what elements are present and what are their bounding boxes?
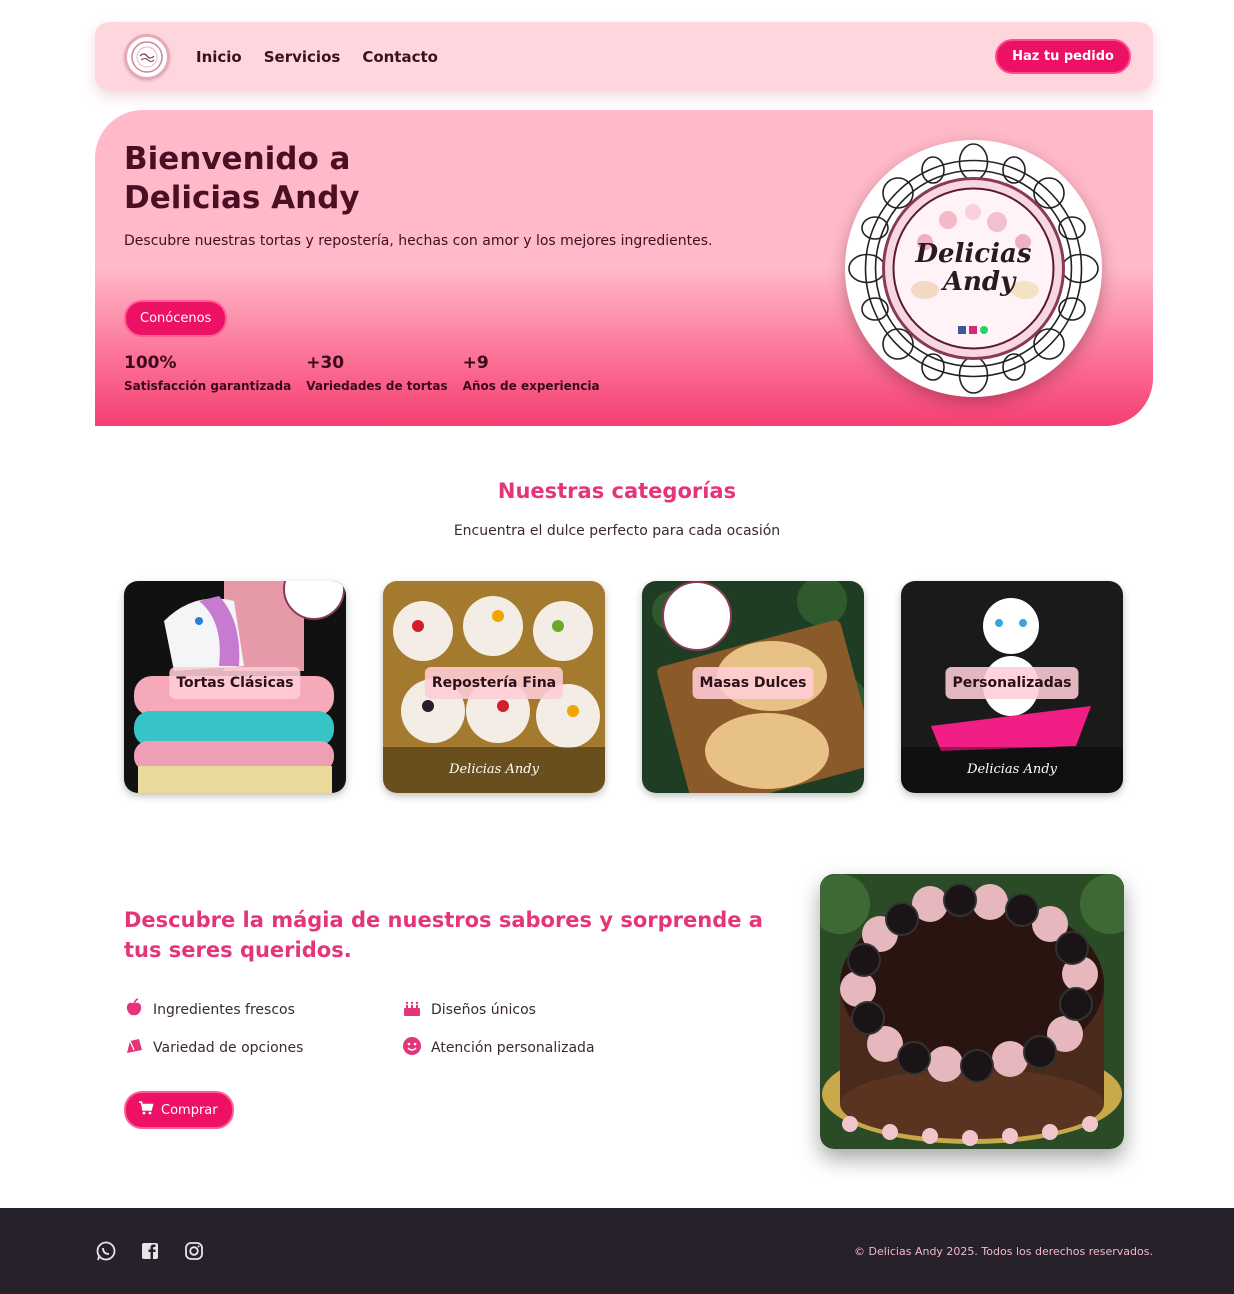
- about-button[interactable]: Conócenos: [124, 300, 228, 337]
- stat-label: Variedades de tortas: [306, 379, 448, 393]
- card-watermark: Delicias Andy: [901, 747, 1123, 793]
- stat-value: +30: [306, 353, 345, 373]
- brand-badge-image: Delicias Andy: [845, 140, 1102, 397]
- feature-label: Variedad de opciones: [153, 1040, 304, 1056]
- stat-varieties: +30 Variedades de tortas: [306, 353, 447, 393]
- copyright: © Delicias Andy 2025. Todos los derechos…: [854, 1245, 1153, 1258]
- feature-label: Ingredientes frescos: [153, 1002, 295, 1018]
- nav-links: Inicio Servicios Contacto: [196, 48, 438, 66]
- category-label: Masas Dulces: [692, 667, 814, 699]
- stat-satisfaction: 100% Satisfacción garantizada: [124, 353, 291, 393]
- facebook-icon[interactable]: [139, 1240, 161, 1262]
- feature-label: Diseños únicos: [431, 1002, 536, 1018]
- promo-title: Descubre la mágia de nuestros sabores y …: [124, 908, 763, 962]
- stat-value: +9: [462, 353, 489, 373]
- category-card-reposteria-fina[interactable]: Delicias Andy Repostería Fina: [383, 581, 605, 793]
- smile-icon: [402, 1036, 422, 1060]
- feature-item: Ingredientes frescos: [124, 998, 402, 1022]
- category-cards: Tortas Clásicas Delicias Andy Repostería…: [124, 581, 1123, 793]
- cake-icon: [402, 998, 422, 1022]
- badge-line-2: Andy: [940, 267, 1017, 297]
- apple-icon: [124, 998, 144, 1022]
- feature-label: Atención personalizada: [431, 1040, 595, 1056]
- category-card-masas-dulces[interactable]: Masas Dulces: [642, 581, 864, 793]
- order-button[interactable]: Haz tu pedido: [995, 39, 1131, 74]
- cart-icon: [138, 1100, 154, 1120]
- feature-list: Ingredientes frescos Diseños únicos Vari…: [124, 998, 662, 1060]
- feature-item: Atención personalizada: [402, 1036, 662, 1060]
- social-links: [95, 1240, 205, 1262]
- hero-banner: Bienvenido a Delicias Andy Descubre nues…: [95, 110, 1153, 426]
- featured-cake-image: [820, 874, 1124, 1149]
- buy-button-label: Comprar: [161, 1102, 218, 1118]
- feature-item: Diseños únicos: [402, 1000, 662, 1020]
- stat-label: Satisfacción garantizada: [124, 379, 292, 393]
- nav-link-inicio[interactable]: Inicio: [196, 48, 242, 66]
- footer: © Delicias Andy 2025. Todos los derechos…: [0, 1208, 1234, 1294]
- feature-item: Variedad de opciones: [124, 1038, 402, 1058]
- stat-value: 100%: [124, 353, 177, 373]
- nav-link-contacto[interactable]: Contacto: [362, 48, 438, 66]
- nav-link-servicios[interactable]: Servicios: [264, 48, 341, 66]
- category-label: Personalizadas: [945, 667, 1079, 699]
- brand-logo[interactable]: [124, 33, 170, 80]
- category-label: Repostería Fina: [424, 667, 564, 699]
- badge-line-1: Delicias: [914, 239, 1031, 269]
- instagram-icon[interactable]: [183, 1240, 205, 1262]
- navbar: Inicio Servicios Contacto Haz tu pedido: [95, 22, 1153, 91]
- category-label: Tortas Clásicas: [169, 667, 301, 699]
- hero-title: Bienvenido a Delicias Andy: [124, 141, 360, 216]
- candy-icon: [124, 1036, 144, 1060]
- whatsapp-icon[interactable]: [95, 1240, 117, 1262]
- category-card-tortas-clasicas[interactable]: Tortas Clásicas: [124, 581, 346, 793]
- stats: 100% Satisfacción garantizada +30 Varied…: [124, 353, 600, 393]
- categories-subtitle: Encuentra el dulce perfecto para cada oc…: [453, 523, 781, 539]
- stat-experience: +9 Años de experiencia: [463, 353, 600, 393]
- stat-label: Años de experiencia: [462, 379, 600, 393]
- card-watermark: Delicias Andy: [383, 747, 605, 793]
- buy-button[interactable]: Comprar: [124, 1091, 234, 1129]
- categories-title: Nuestras categorías: [497, 479, 737, 503]
- hero-subtitle: Descubre nuestras tortas y repostería, h…: [124, 233, 713, 249]
- category-card-personalizadas[interactable]: Delicias Andy Personalizadas: [901, 581, 1123, 793]
